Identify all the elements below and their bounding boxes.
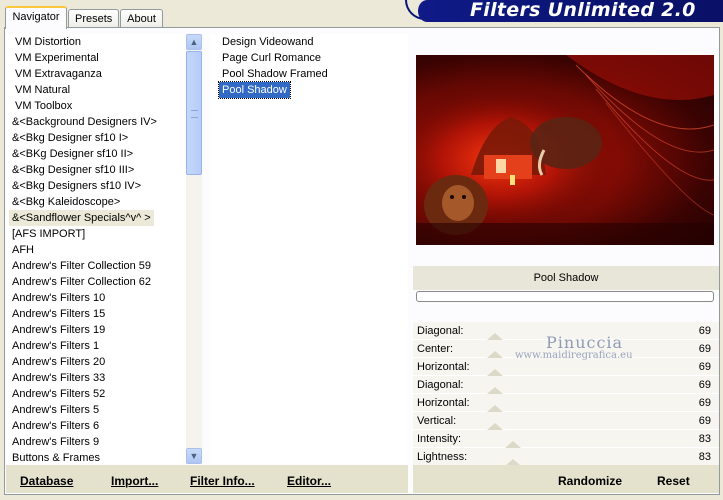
category-item[interactable]: Andrew's Filters 19 [9,322,108,338]
slider-thumb-icon[interactable] [487,423,503,430]
preview-image [416,55,714,245]
scroll-thumb[interactable] [186,51,202,175]
category-item[interactable]: Andrew's Filters 20 [9,354,108,370]
category-item[interactable]: VM Toolbox [12,98,75,114]
category-item[interactable]: Andrew's Filters 33 [9,370,108,386]
slider-value: 69 [698,379,711,391]
slider-label: Intensity: [417,433,462,445]
slider-row[interactable]: Center: 69 [413,340,719,358]
slider-row[interactable]: Horizontal: 69 [413,394,719,412]
category-item[interactable]: &<Bkg Kaleidoscope> [9,194,123,210]
import-button[interactable]: Import... [111,474,158,488]
slider-value: 69 [698,397,711,409]
slider-row[interactable]: Vertical: 69 [413,412,719,430]
slider-row[interactable]: Lightness: 83 [413,448,719,466]
category-item[interactable]: AFH [9,242,37,258]
slider-thumb-icon[interactable] [487,333,503,340]
category-item[interactable]: Andrew's Filters 52 [9,386,108,402]
randomize-button[interactable]: Randomize [558,474,622,488]
category-item[interactable]: Andrew's Filters 6 [9,418,102,434]
slider-thumb-icon[interactable] [487,369,503,376]
category-item[interactable]: Andrew's Filter Collection 62 [9,274,154,290]
slider-thumb-icon[interactable] [505,441,521,448]
tab-about[interactable]: About [120,9,163,29]
filter-item[interactable]: Design Videowand [219,34,317,50]
tab-presets[interactable]: Presets [68,9,119,29]
category-item[interactable]: VM Extravaganza [12,66,105,82]
category-scrollbar[interactable]: ▲ ▼ [186,34,202,464]
tab-navigator[interactable]: Navigator [5,6,67,29]
filter-item-selected[interactable]: Pool Shadow [218,81,291,99]
slider-row[interactable]: Horizontal: 69 [413,358,719,376]
category-item[interactable]: &<BKg Designer sf10 II> [9,146,136,162]
category-list[interactable]: VM Distortion VM Experimental VM Extrava… [6,34,186,464]
app-banner: Filters Unlimited 2.0 [418,0,723,22]
slider-row[interactable]: Intensity: 83 [413,430,719,448]
parameter-sliders: Diagonal: 69 Center: 69 Horizontal: 69 D… [413,322,719,466]
preview-art [416,55,714,245]
category-item[interactable]: [AFS IMPORT] [9,226,88,242]
category-item-selected[interactable]: &<Sandflower Specials^v^ > [9,210,154,226]
slider-row[interactable]: Diagonal: 69 [413,376,719,394]
category-item[interactable]: Andrew's Filters 1 [9,338,102,354]
category-item[interactable]: Andrew's Filters 10 [9,290,108,306]
slider-value: 69 [698,343,711,355]
slider-value: 69 [698,415,711,427]
grip-icon [191,110,198,118]
slider-label: Diagonal: [417,325,464,337]
slider-label: Diagonal: [417,379,464,391]
category-item[interactable]: &<Bkg Designer sf10 I> [9,130,131,146]
slider-thumb-icon[interactable] [487,351,503,358]
filter-item[interactable]: Page Curl Romance [219,50,324,66]
database-button[interactable]: Database [20,474,73,488]
category-item[interactable]: Andrew's Filters 15 [9,306,108,322]
filter-info-button[interactable]: Filter Info... [190,474,255,488]
category-item[interactable]: &<Background Designers IV> [9,114,160,130]
bottom-toolbar: Database Import... Filter Info... Editor… [6,465,408,493]
slider-thumb-icon[interactable] [487,405,503,412]
bottom-toolbar-right: Randomize Reset [413,465,719,493]
filter-list[interactable]: Design Videowand Page Curl Romance Pool … [210,34,408,464]
filter-item[interactable]: Pool Shadow Framed [219,66,331,82]
slider-value: 83 [698,433,711,445]
filter-name-label: Pool Shadow [413,266,719,290]
category-item[interactable]: VM Natural [12,82,73,98]
slider-label: Horizontal: [417,361,470,373]
category-item[interactable]: &<Bkg Designers sf10 IV> [9,178,144,194]
progress-bar [416,291,714,302]
reset-button[interactable]: Reset [657,474,690,488]
slider-label: Center: [417,343,454,355]
scroll-down-icon[interactable]: ▼ [186,448,202,464]
category-item[interactable]: &<Bkg Designer sf10 III> [9,162,137,178]
category-item[interactable]: VM Distortion [12,34,84,50]
slider-value: 83 [698,451,711,463]
category-item[interactable]: VM Experimental [12,50,102,66]
editor-button[interactable]: Editor... [287,474,331,488]
slider-value: 69 [698,325,711,337]
slider-label: Lightness: [417,451,468,463]
category-item[interactable]: Andrew's Filters 9 [9,434,102,450]
category-item[interactable]: Andrew's Filters 5 [9,402,102,418]
slider-label: Vertical: [417,415,457,427]
slider-thumb-icon[interactable] [487,387,503,394]
slider-row[interactable]: Diagonal: 69 [413,322,719,340]
category-item[interactable]: Andrew's Filter Collection 59 [9,258,154,274]
slider-label: Horizontal: [417,397,470,409]
category-item[interactable]: Buttons & Frames [9,450,103,464]
scroll-up-icon[interactable]: ▲ [186,34,202,50]
slider-value: 69 [698,361,711,373]
